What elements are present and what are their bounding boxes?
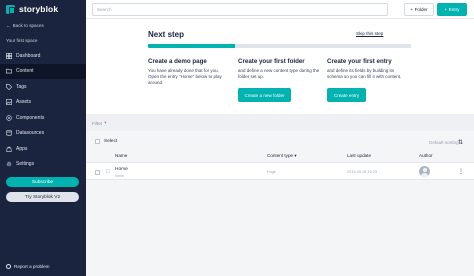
skip-step-link[interactable]: Skip this step bbox=[356, 31, 383, 36]
search-input[interactable] bbox=[92, 3, 388, 16]
step-description: and define a new content type during the… bbox=[238, 68, 320, 79]
content-list: Select Default sorting ⇅ Name Content ty… bbox=[86, 131, 474, 276]
step-demo-page: Create a demo page You have already done… bbox=[148, 58, 230, 86]
sidebar-item-components[interactable]: Components bbox=[0, 110, 86, 126]
brand-name: storyblok bbox=[19, 4, 59, 14]
components-icon bbox=[6, 115, 12, 121]
select-all[interactable]: Select bbox=[95, 139, 117, 144]
plus-icon: + bbox=[444, 7, 448, 12]
tag-icon bbox=[6, 83, 12, 90]
sidebar-nav: Dashboard Content Tags Assets Components bbox=[0, 48, 86, 172]
create-entry-button[interactable]: Create entry bbox=[327, 88, 366, 102]
entry-name[interactable]: Home bbox=[115, 167, 128, 172]
select-label: Select bbox=[104, 139, 118, 144]
sidebar-item-label: Content bbox=[16, 68, 34, 75]
chevron-down-icon: ▾ bbox=[104, 120, 107, 125]
database-icon bbox=[6, 130, 12, 136]
sidebar-item-assets[interactable]: Assets bbox=[0, 95, 86, 111]
step-description: and define its fields by building its sc… bbox=[327, 68, 402, 79]
entry-last-update: 2019-05-28 15:23 bbox=[347, 170, 377, 174]
apps-icon bbox=[6, 146, 12, 152]
onboarding-panel: Next step Skip this step Create a demo p… bbox=[86, 19, 474, 114]
report-problem-label: Report a problem bbox=[14, 264, 50, 269]
sorting-dropdown[interactable]: Default sorting bbox=[429, 140, 459, 145]
topbar: + Folder + Entry bbox=[86, 0, 474, 19]
sidebar-item-label: Datasources bbox=[16, 130, 45, 137]
row-checkbox[interactable] bbox=[95, 170, 100, 175]
sidebar-item-content[interactable]: Content bbox=[0, 63, 86, 79]
sidebar-item-label: Apps bbox=[16, 145, 28, 152]
sidebar-item-label: Assets bbox=[16, 99, 32, 106]
brand[interactable]: storyblok bbox=[6, 4, 58, 14]
entry-slug: home bbox=[115, 173, 124, 178]
add-entry-label: Entry bbox=[448, 7, 460, 12]
sidebar-item-label: Settings bbox=[16, 161, 35, 168]
sort-icon[interactable]: ⇅ bbox=[458, 139, 463, 146]
report-problem-link[interactable]: Report a problem bbox=[6, 264, 50, 269]
sidebar-item-datasources[interactable]: Datasources bbox=[0, 126, 86, 142]
step-title: Create your first folder bbox=[238, 58, 305, 65]
sidebar-item-label: Dashboard bbox=[16, 52, 41, 59]
back-to-spaces-label: Back to spaces bbox=[12, 23, 44, 28]
column-header-content-type[interactable]: Content type ▾ bbox=[267, 153, 297, 159]
sidebar: storyblok ← Back to spaces Your first sp… bbox=[0, 0, 86, 276]
progress-fill bbox=[148, 44, 235, 48]
add-entry-button[interactable]: + Entry bbox=[437, 3, 467, 16]
step-description: You have already done that for you. Open… bbox=[148, 68, 222, 85]
filter-label: Filter bbox=[92, 120, 103, 126]
select-all-checkbox[interactable] bbox=[95, 139, 100, 144]
folder-icon bbox=[6, 68, 12, 74]
column-header-author[interactable]: Author bbox=[419, 153, 433, 158]
table-row[interactable]: □ Home home Page 2019-05-28 15:23 ⋮ bbox=[86, 162, 474, 180]
step-title: Create your first entry bbox=[327, 58, 392, 65]
sidebar-item-settings[interactable]: Settings bbox=[0, 157, 86, 173]
chevron-down-icon: ▾ bbox=[294, 153, 297, 158]
create-folder-button[interactable]: Create a new folder bbox=[238, 88, 291, 102]
onboarding-title: Next step bbox=[148, 30, 185, 39]
filter-dropdown[interactable]: Filter ▾ bbox=[92, 120, 107, 126]
sidebar-item-dashboard[interactable]: Dashboard bbox=[0, 48, 86, 64]
column-header-last-update[interactable]: Last update bbox=[347, 153, 371, 158]
step-title: Create a demo page bbox=[148, 58, 207, 65]
storyblok-logo-icon bbox=[6, 4, 15, 14]
arrow-left-icon: ← bbox=[6, 23, 11, 28]
page-icon: □ bbox=[106, 169, 110, 175]
plus-icon: + bbox=[410, 7, 414, 12]
step-first-entry: Create your first entry and define its f… bbox=[327, 58, 409, 80]
column-header-name[interactable]: Name bbox=[115, 153, 127, 158]
more-options-icon[interactable]: ⋮ bbox=[458, 168, 464, 175]
back-to-spaces-link[interactable]: ← Back to spaces bbox=[6, 23, 44, 28]
space-name: Your first space bbox=[6, 38, 38, 43]
column-header-label: Content type bbox=[267, 153, 294, 158]
add-folder-button[interactable]: + Folder bbox=[404, 3, 434, 16]
gear-icon bbox=[6, 161, 12, 167]
dashboard-icon bbox=[6, 52, 12, 59]
help-icon bbox=[6, 264, 11, 269]
sidebar-item-tags[interactable]: Tags bbox=[0, 79, 86, 95]
avatar bbox=[419, 166, 430, 177]
sidebar-item-label: Tags bbox=[16, 83, 27, 90]
try-storyblok-v2-button[interactable]: Try Storyblok V2 bbox=[6, 192, 79, 202]
onboarding-progress-bar bbox=[148, 44, 411, 48]
sidebar-item-apps[interactable]: Apps bbox=[0, 141, 86, 157]
sidebar-item-label: Components bbox=[16, 114, 45, 121]
image-icon bbox=[6, 99, 12, 105]
entry-content-type: Page bbox=[267, 170, 276, 174]
subscribe-button[interactable]: Subscribe bbox=[6, 177, 79, 187]
step-first-folder: Create your first folder and define a ne… bbox=[238, 58, 320, 80]
add-folder-label: Folder bbox=[414, 7, 428, 12]
